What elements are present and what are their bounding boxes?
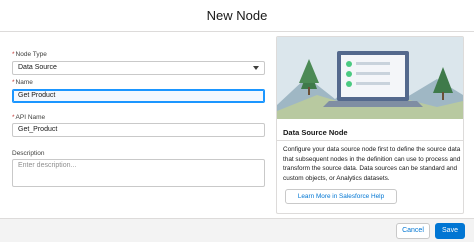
node-type-label: *Node Type bbox=[12, 51, 47, 59]
save-button[interactable]: Save bbox=[435, 223, 465, 239]
modal-footer: Cancel Save bbox=[0, 218, 474, 242]
description-textarea[interactable]: Enter description... bbox=[12, 159, 265, 187]
modal-body: *Node Type Data Source *Name Get Product… bbox=[0, 32, 474, 218]
required-mark: * bbox=[12, 51, 15, 58]
modal-title: New Node bbox=[206, 8, 268, 23]
learn-more-button[interactable]: Learn More in Salesforce Help bbox=[285, 189, 397, 204]
info-panel: Data Source Node Configure your data sou… bbox=[276, 36, 464, 214]
api-name-label: *API Name bbox=[12, 114, 45, 122]
node-type-value: Data Source bbox=[18, 64, 57, 71]
description-label: Description bbox=[12, 150, 45, 158]
required-mark: * bbox=[12, 79, 15, 86]
modal-header: New Node bbox=[0, 0, 474, 32]
info-divider bbox=[277, 140, 463, 141]
api-name-label-text: API Name bbox=[15, 114, 46, 121]
cancel-button[interactable]: Cancel bbox=[396, 223, 430, 239]
chevron-down-icon bbox=[253, 66, 259, 70]
required-mark: * bbox=[12, 114, 15, 121]
description-placeholder: Enter description... bbox=[18, 162, 77, 169]
description-label-text: Description bbox=[12, 150, 45, 157]
laptop-with-checklist-illustration bbox=[277, 37, 463, 119]
name-label-text: Name bbox=[15, 79, 33, 86]
api-name-value: Get_Product bbox=[18, 126, 58, 133]
name-label: *Name bbox=[12, 79, 33, 87]
node-type-select[interactable]: Data Source bbox=[12, 61, 265, 75]
name-value: Get Product bbox=[18, 92, 56, 99]
name-input[interactable]: Get Product bbox=[12, 89, 265, 103]
api-name-input[interactable]: Get_Product bbox=[12, 123, 265, 137]
info-title: Data Source Node bbox=[283, 128, 348, 137]
node-type-label-text: Node Type bbox=[15, 51, 47, 58]
info-description: Configure your data source node first to… bbox=[283, 146, 461, 182]
